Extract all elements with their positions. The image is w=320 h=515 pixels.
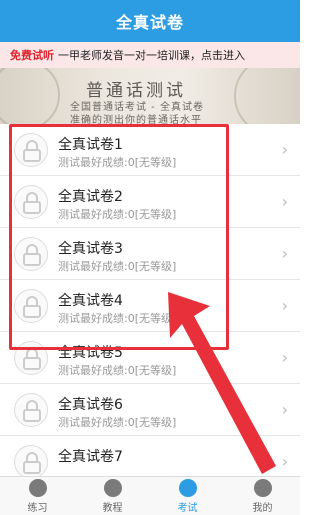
promo-text: 一甲老师发音一对一培训课，点击进入 (58, 49, 245, 62)
chevron-right-icon: › (281, 296, 288, 315)
paper-score: 测试最好成绩:0[无等级] (58, 260, 177, 273)
paper-name: 全真试卷5 (58, 345, 123, 361)
chevron-right-icon: › (281, 400, 288, 419)
paper-name: 全真试卷6 (58, 397, 123, 413)
person-icon (253, 478, 272, 497)
lock-icon (14, 341, 48, 375)
document-icon (178, 478, 197, 497)
paper-score: 测试最好成绩:0[无等级] (58, 208, 177, 221)
bottom-tab-bar: 练习 教程 考试 我的 (0, 476, 300, 515)
tab-label: 我的 (252, 502, 273, 514)
paper-name: 全真试卷1 (58, 137, 123, 153)
list-item[interactable]: 全真试卷2 测试最好成绩:0[无等级] › (0, 176, 300, 228)
flower-decoration-left (0, 68, 60, 124)
list-item[interactable]: 全真试卷6 测试最好成绩:0[无等级] › (0, 384, 300, 436)
layers-icon (28, 478, 47, 497)
paper-name: 全真试卷2 (58, 189, 123, 205)
lock-icon (14, 289, 48, 323)
chevron-right-icon: › (281, 140, 288, 159)
paper-score: 测试最好成绩:0[无等级] (58, 312, 177, 325)
chevron-right-icon: › (281, 452, 288, 471)
lock-icon (14, 445, 48, 476)
page-title: 全真试卷 (115, 13, 184, 32)
tab-label: 考试 (177, 502, 198, 514)
chevron-right-icon: › (281, 348, 288, 367)
top-bar: 全真试卷 (0, 0, 300, 42)
lock-icon (14, 393, 48, 427)
hero-banner: 普通话测试 全国普通话考试 - 全真试卷 准确的测出你的普通话水平 (0, 68, 300, 124)
tab-exam[interactable]: 考试 (150, 477, 225, 515)
chevron-right-icon: › (281, 192, 288, 211)
tab-practice[interactable]: 练习 (0, 477, 75, 515)
paper-list: 全真试卷1 测试最好成绩:0[无等级] › 全真试卷2 测试最好成绩:0[无等级… (0, 124, 300, 476)
lock-icon (14, 237, 48, 271)
promo-highlight: 免费试听 (10, 49, 54, 62)
flower-decoration-right (234, 68, 300, 124)
lock-icon (14, 133, 48, 167)
paper-score: 测试最好成绩:0[无等级] (58, 156, 177, 169)
list-item[interactable]: 全真试卷5 测试最好成绩:0[无等级] › (0, 332, 300, 384)
tab-mine[interactable]: 我的 (225, 477, 300, 515)
list-item[interactable]: 全真试卷1 测试最好成绩:0[无等级] › (0, 124, 300, 176)
tab-label: 教程 (102, 502, 123, 514)
paper-name: 全真试卷3 (58, 241, 123, 257)
chevron-right-icon: › (281, 244, 288, 263)
list-item[interactable]: 全真试卷7 › (0, 436, 300, 476)
tab-label: 练习 (27, 502, 48, 514)
paper-score: 测试最好成绩:0[无等级] (58, 364, 177, 377)
lock-icon (14, 185, 48, 219)
banner-subtitle-2: 准确的测出你的普通话水平 (70, 115, 202, 124)
book-icon (103, 478, 122, 497)
paper-score: 测试最好成绩:0[无等级] (58, 416, 177, 429)
paper-name: 全真试卷7 (58, 449, 123, 465)
tab-tutorial[interactable]: 教程 (75, 477, 150, 515)
list-item[interactable]: 全真试卷4 测试最好成绩:0[无等级] › (0, 280, 300, 332)
promo-banner[interactable]: 免费试听 一甲老师发音一对一培训课，点击进入 (0, 42, 300, 68)
list-item[interactable]: 全真试卷3 测试最好成绩:0[无等级] › (0, 228, 300, 280)
paper-name: 全真试卷4 (58, 293, 123, 309)
